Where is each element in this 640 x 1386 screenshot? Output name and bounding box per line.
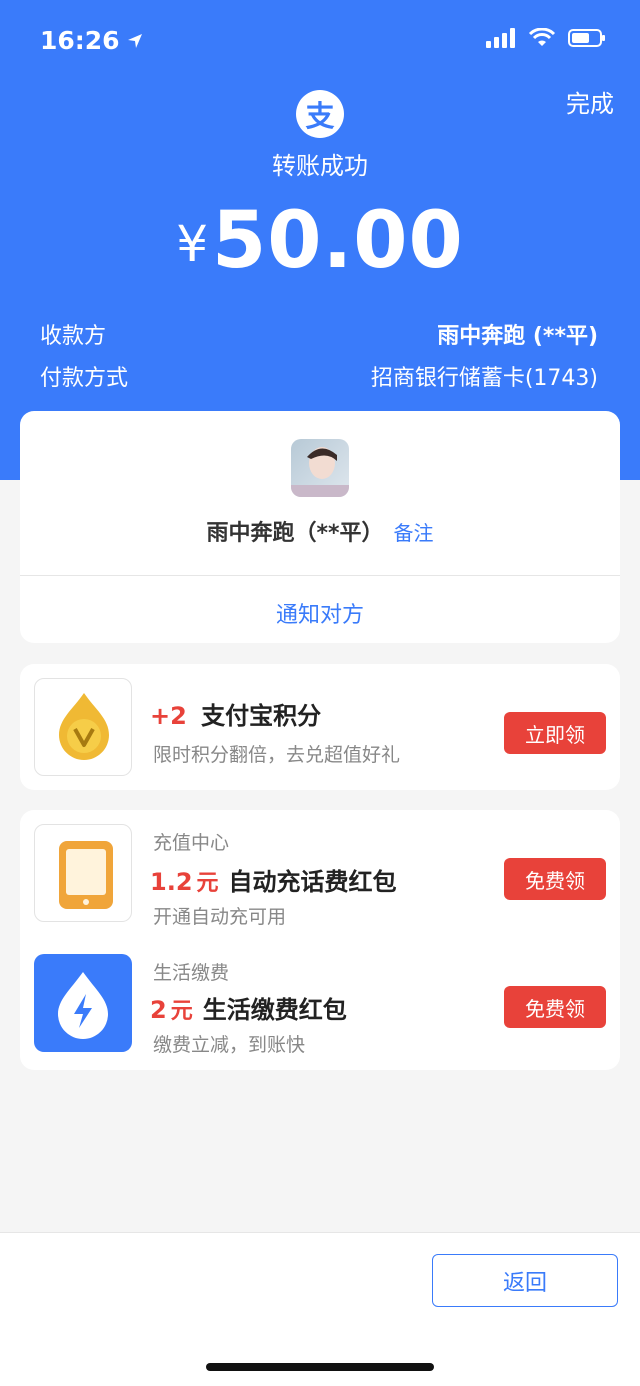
points-title: +2 支付宝积分 <box>150 696 321 731</box>
utilities-unit: 元 <box>170 999 193 1024</box>
transfer-amount: ¥50.00 <box>0 196 640 286</box>
recharge-unit: 元 <box>196 871 219 896</box>
currency-symbol: ¥ <box>176 215 209 273</box>
cellular-signal-icon <box>486 28 515 48</box>
payee-row: 收款方 雨中奔跑 (**平) <box>40 318 598 350</box>
phone-icon <box>59 841 113 909</box>
home-indicator[interactable] <box>206 1363 434 1371</box>
alipay-logo-char: 支 <box>305 99 335 133</box>
status-bar: 16:26 <box>0 0 640 80</box>
battery-icon <box>568 29 605 47</box>
claim-utilities-button[interactable]: 免费领 <box>504 986 606 1028</box>
transfer-status: 转账成功 <box>272 152 368 180</box>
points-desc: 限时积分翻倍，去兑超值好礼 <box>153 744 401 766</box>
points-amount: +2 <box>150 702 187 730</box>
wifi-icon <box>528 28 556 46</box>
payment-method-value: 招商银行储蓄卡(1743) <box>370 366 598 391</box>
notify-payee-button[interactable]: 通知对方 <box>20 597 620 629</box>
back-button[interactable]: 返回 <box>432 1254 618 1307</box>
utilities-title: 2 元生活缴费红包 <box>150 990 347 1025</box>
recharge-category: 充值中心 <box>153 832 230 854</box>
claim-points-button[interactable]: 立即领 <box>504 712 606 754</box>
alipay-logo: 支 <box>296 90 344 138</box>
recharge-title: 1.2 元自动充话费红包 <box>150 862 397 897</box>
payment-method-label: 付款方式 <box>40 366 129 391</box>
done-button[interactable]: 完成 <box>566 84 614 119</box>
payment-method-row: 付款方式 招商银行储蓄卡(1743) <box>40 360 598 392</box>
promo-card: 充值中心 1.2 元自动充话费红包 开通自动充可用 免费领 生活缴费 2 元生活缴费… <box>20 810 620 1070</box>
claim-recharge-button[interactable]: 免费领 <box>504 858 606 900</box>
recharge-desc: 开通自动充可用 <box>153 906 287 928</box>
utilities-icon-box <box>34 954 132 1052</box>
payee-card: 雨中奔跑（**平） 备注 通知对方 <box>20 411 620 643</box>
remark-link[interactable]: 备注 <box>394 521 434 545</box>
points-icon-box <box>34 678 132 776</box>
recharge-amount: 1.2 <box>150 868 193 896</box>
location-arrow-icon <box>127 33 142 48</box>
recharge-title-text: 自动充话费红包 <box>228 868 397 896</box>
utilities-desc: 缴费立减，到账快 <box>153 1034 306 1056</box>
payee-name-row: 雨中奔跑（**平） 备注 <box>20 515 620 547</box>
points-title-text: 支付宝积分 <box>201 702 322 730</box>
amount-value: 50.00 <box>212 196 464 286</box>
payee-name: 雨中奔跑（**平） <box>206 521 384 546</box>
payee-value: 雨中奔跑 (**平) <box>437 324 598 349</box>
status-icons <box>486 28 606 48</box>
status-time: 16:26 <box>40 26 144 55</box>
avatar[interactable] <box>291 439 349 497</box>
water-bolt-icon <box>58 972 108 1039</box>
utilities-category: 生活缴费 <box>153 962 230 984</box>
points-card[interactable]: +2 支付宝积分 限时积分翻倍，去兑超值好礼 立即领 <box>20 664 620 790</box>
divider <box>20 575 620 576</box>
recharge-icon-box <box>34 824 132 922</box>
utilities-amount: 2 <box>150 996 167 1024</box>
points-v-icon <box>59 693 109 760</box>
utilities-title-text: 生活缴费红包 <box>202 996 347 1024</box>
payee-label: 收款方 <box>40 324 107 349</box>
